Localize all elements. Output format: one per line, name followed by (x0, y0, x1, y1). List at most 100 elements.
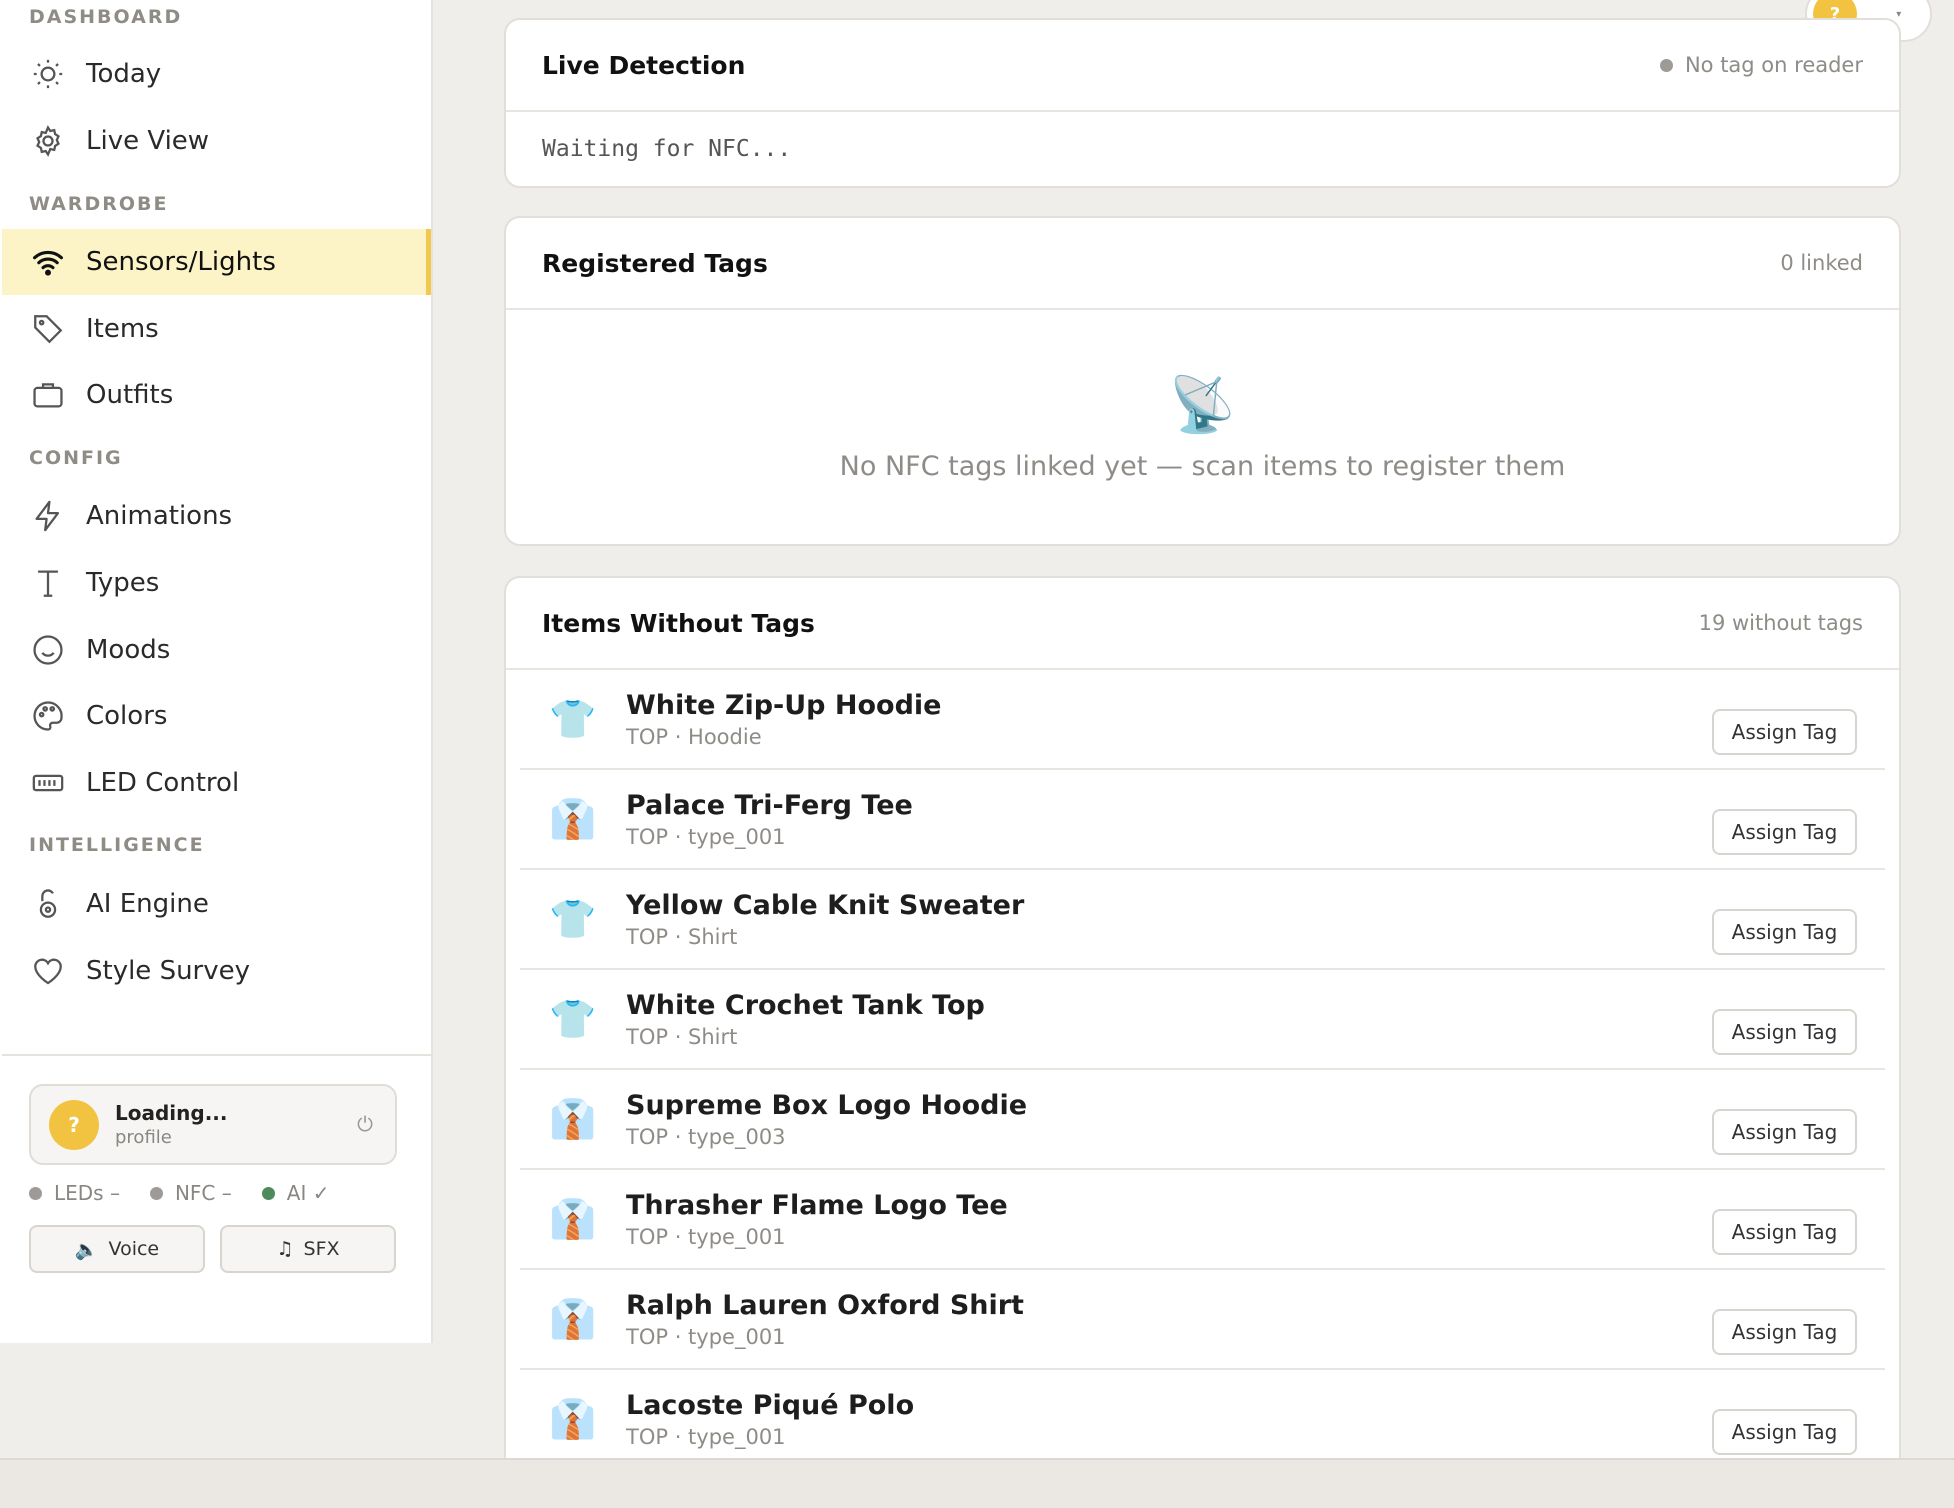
heart-icon (30, 953, 66, 989)
card-title: Registered Tags (542, 248, 768, 278)
list-item: 👔 Lacoste Piqué Polo TOP · type_001 Assi… (520, 1370, 1885, 1470)
smiley-icon (30, 632, 66, 668)
bottom-bar (0, 1458, 1954, 1508)
voice-button[interactable]: 🔈 Voice (29, 1225, 205, 1273)
assign-tag-button[interactable]: Assign Tag (1712, 1009, 1857, 1055)
status-dot (149, 1186, 163, 1200)
item-category: TOP · Shirt (626, 924, 738, 949)
section-label-config: CONFIG (29, 447, 123, 469)
sidebar-item-led-control[interactable]: LED Control (2, 750, 431, 816)
card-header: Items Without Tags 19 without tags (506, 578, 1899, 670)
necktie-shirt-icon: 👔 (549, 1096, 597, 1141)
status-leds: LEDs – (29, 1181, 120, 1205)
profile-subtitle: profile (115, 1127, 172, 1148)
status-label: LEDs – (54, 1181, 120, 1205)
reader-status-label: No tag on reader (1684, 53, 1863, 77)
status-row: LEDs – NFC – AI ✓ (29, 1181, 359, 1205)
sidebar-item-ai-engine[interactable]: AI Engine (2, 871, 431, 937)
section-label-intelligence: INTELLIGENCE (29, 834, 205, 856)
item-name: Yellow Cable Knit Sweater (626, 889, 1025, 921)
necktie-shirt-icon: 👔 (549, 1196, 597, 1241)
sidebar-item-items[interactable]: Items (2, 296, 431, 362)
profile-card[interactable]: ? Loading... profile ⏻ (29, 1084, 397, 1165)
item-name: Lacoste Piqué Polo (626, 1389, 915, 1421)
item-category: TOP · type_001 (626, 824, 786, 849)
palette-icon (30, 698, 66, 734)
sidebar-item-label: AI Engine (86, 889, 209, 919)
necktie-shirt-icon: 👔 (549, 796, 597, 841)
sidebar-item-label: LED Control (86, 768, 240, 798)
sidebar-item-outfits[interactable]: Outfits (2, 362, 431, 428)
gear-icon (30, 123, 66, 159)
status-label: NFC – (174, 1181, 232, 1205)
shirt-icon: 👕 (549, 696, 597, 741)
sidebar-item-label: Colors (86, 701, 168, 731)
sidebar-item-label: Items (86, 314, 159, 344)
assign-tag-button[interactable]: Assign Tag (1712, 1309, 1857, 1355)
status-dot (29, 1186, 42, 1200)
section-label-wardrobe: WARDROBE (29, 193, 169, 215)
sidebar-item-style-survey[interactable]: Style Survey (2, 938, 431, 1004)
assign-tag-button[interactable]: Assign Tag (1712, 1409, 1857, 1455)
item-category: TOP · Shirt (626, 1024, 738, 1049)
item-name: Thrasher Flame Logo Tee (626, 1189, 1008, 1221)
assign-tag-button[interactable]: Assign Tag (1712, 809, 1857, 855)
shirt-icon: 👕 (549, 996, 597, 1041)
sidebar: DASHBOARD Today Live View WARDROBE Senso… (0, 0, 433, 1343)
nfc-waiting-text: Waiting for NFC... (542, 136, 792, 162)
card-title: Live Detection (542, 50, 746, 80)
card-header: Live Detection No tag on reader (506, 20, 1899, 112)
sidebar-item-live-view[interactable]: Live View (2, 108, 431, 174)
sidebar-item-label: Sensors/Lights (86, 247, 276, 277)
list-item: 👔 Palace Tri-Ferg Tee TOP · type_001 Ass… (520, 770, 1885, 870)
tag-icon (30, 311, 66, 347)
card-title: Items Without Tags (542, 608, 815, 638)
sidebar-item-label: Live View (86, 126, 210, 156)
sidebar-item-label: Animations (86, 501, 233, 531)
sfx-button[interactable]: ♫ SFX (220, 1225, 396, 1273)
sidebar-item-colors[interactable]: Colors (2, 683, 431, 749)
item-category: TOP · type_003 (626, 1124, 786, 1149)
list-item: 👔 Thrasher Flame Logo Tee TOP · type_001… (520, 1170, 1885, 1270)
sidebar-item-moods[interactable]: Moods (2, 617, 431, 683)
status-nfc: NFC – (149, 1181, 232, 1205)
item-category: TOP · type_001 (626, 1324, 786, 1349)
untagged-count: 19 without tags (1698, 611, 1863, 635)
item-name: Supreme Box Logo Hoodie (626, 1089, 1028, 1121)
status-ai: AI ✓ (261, 1181, 329, 1205)
item-category: TOP · Hoodie (626, 724, 762, 749)
wifi-icon (30, 244, 66, 280)
assign-tag-button[interactable]: Assign Tag (1712, 709, 1857, 755)
item-name: Ralph Lauren Oxford Shirt (626, 1289, 1024, 1321)
live-detection-card: Live Detection No tag on reader Waiting … (504, 18, 1901, 188)
status-dot (1659, 58, 1673, 72)
item-name: White Zip-Up Hoodie (626, 689, 942, 721)
sun-icon (30, 56, 66, 92)
item-category: TOP · type_001 (626, 1424, 786, 1449)
power-icon[interactable]: ⏻ (357, 1112, 373, 1136)
sidebar-item-today[interactable]: Today (2, 41, 431, 107)
voice-label: Voice (108, 1238, 160, 1260)
sidebar-item-sensors-lights[interactable]: Sensors/Lights (2, 229, 431, 295)
sidebar-item-animations[interactable]: Animations (2, 483, 431, 549)
assign-tag-button[interactable]: Assign Tag (1712, 1209, 1857, 1255)
assign-tag-button[interactable]: Assign Tag (1712, 909, 1857, 955)
lightning-icon (30, 498, 66, 534)
sidebar-item-label: Outfits (86, 380, 174, 410)
assign-tag-button[interactable]: Assign Tag (1712, 1109, 1857, 1155)
necktie-shirt-icon: 👔 (549, 1396, 597, 1441)
empty-state-text: No NFC tags linked yet — scan items to r… (839, 450, 1566, 482)
list-item: 👕 Yellow Cable Knit Sweater TOP · Shirt … (520, 870, 1885, 970)
speaker-icon: 🔈 (74, 1238, 99, 1261)
sidebar-item-label: Moods (86, 635, 171, 665)
unlock-icon (30, 886, 66, 922)
led-strip-icon (30, 765, 66, 801)
item-name: Palace Tri-Ferg Tee (626, 789, 913, 821)
section-label-dashboard: DASHBOARD (29, 6, 183, 28)
item-category: TOP · type_001 (626, 1224, 786, 1249)
sidebar-divider (2, 1054, 431, 1056)
list-item: 👕 White Zip-Up Hoodie TOP · Hoodie Assig… (520, 670, 1885, 770)
necktie-shirt-icon: 👔 (549, 1296, 597, 1341)
chevron-down-icon: ▾ (1896, 8, 1902, 20)
sidebar-item-types[interactable]: Types (2, 550, 431, 616)
